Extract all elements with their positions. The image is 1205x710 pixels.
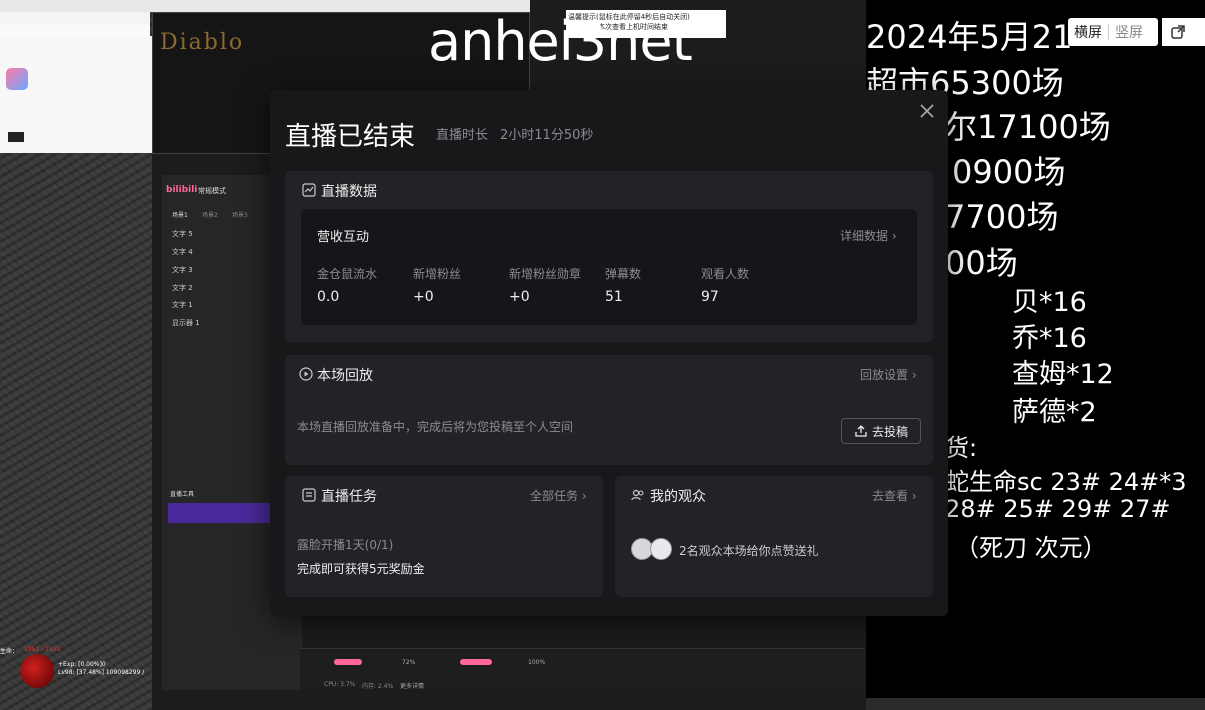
volume-value-2: 100% — [528, 659, 546, 666]
popout-icon[interactable] — [1170, 24, 1186, 40]
overlay-line: 尔17100场 — [945, 108, 1111, 146]
cpu-usage: CPU: 3.7% — [324, 681, 356, 688]
game-logo: Diablo — [160, 30, 245, 55]
obs-source[interactable]: 文字 3 — [172, 265, 193, 275]
overlay-line: 乔*16 — [1012, 323, 1087, 354]
overlay-line: 贝*16 — [1012, 287, 1087, 318]
users-icon — [631, 489, 644, 501]
level-label: Lv98: [37.48%] 109098299 / — [58, 669, 145, 676]
volume-slider-2[interactable] — [460, 659, 492, 665]
stat-value: 51 — [605, 289, 623, 305]
stat-value: +0 — [509, 289, 530, 305]
obs-tools-title: 直播工具 — [170, 491, 195, 498]
hp-value: 1951 / 1951 — [24, 646, 61, 653]
overlay-line: 萨德*2 — [1012, 397, 1097, 428]
task-reward: 完成即可获得5元奖励金 — [297, 562, 425, 576]
memory-usage: 内存: 2.4% — [362, 683, 394, 690]
live-ended-modal: 直播已结束 直播时长 2小时11分50秒 直播数据 营收互动 详细数据 › 金仓… — [270, 90, 948, 616]
landscape-option[interactable]: 横屏 — [1068, 22, 1108, 42]
overlay-line: 0900场 — [952, 153, 1066, 191]
desktop-app-icon[interactable] — [6, 68, 28, 90]
detail-data-label: 详细数据 — [840, 229, 889, 243]
stat-value: 0.0 — [317, 289, 340, 305]
hp-label: 生命： — [0, 648, 19, 655]
duration-value: 2小时11分50秒 — [500, 128, 594, 143]
overlay-line: 2024年5月21 — [866, 18, 1073, 56]
audience-message: 2名观众本场给你点赞送礼 — [679, 544, 819, 558]
all-tasks-link[interactable]: 全部任务 › — [530, 487, 587, 504]
obs-scene-tab-3[interactable]: 场景3 — [232, 210, 248, 219]
overlay-line: 00场 — [945, 244, 1018, 282]
task-name: 露脸开播1天(0/1) — [297, 538, 394, 552]
stat-label: 弹幕数 — [605, 267, 642, 281]
overlay-line: 28# 25# 29# 27# — [945, 495, 1171, 523]
obs-source[interactable]: 文字 2 — [172, 283, 193, 293]
stat-label: 金仓鼠流水 — [317, 267, 378, 281]
stat-label: 新增粉丝勋章 — [509, 267, 582, 281]
overlay-line: 查姆*12 — [1012, 359, 1114, 390]
portrait-option[interactable]: 竖屏 — [1109, 22, 1149, 42]
detail-data-link[interactable]: 详细数据 › — [840, 227, 897, 244]
more-details-link[interactable]: 更多详情 — [400, 681, 424, 690]
obs-scene-tab-1[interactable]: 场景1 — [172, 210, 188, 219]
hp-orb — [20, 654, 54, 688]
replay-message: 本场直播回放准备中，完成后将为您投稿至个人空间 — [297, 420, 574, 434]
chart-icon — [302, 183, 316, 197]
replay-settings-label: 回放设置 — [860, 368, 909, 382]
upload-button[interactable]: 去投稿 — [841, 418, 921, 444]
stat-label: 观看人数 — [701, 267, 750, 281]
tasks-title: 直播任务 — [321, 489, 377, 505]
app-desktop-strip — [0, 36, 152, 153]
obs-logo: bilibili — [166, 185, 198, 195]
stat-label: 新增粉丝 — [413, 267, 462, 281]
duration-label: 直播时长 — [436, 128, 489, 143]
avatar[interactable] — [650, 538, 672, 560]
obs-source[interactable]: 文字 1 — [172, 300, 193, 310]
obs-source[interactable]: 显示器 1 — [172, 318, 200, 328]
upload-label: 去投稿 — [871, 424, 908, 439]
modal-title: 直播已结束 — [285, 122, 416, 152]
replay-title: 本场回放 — [317, 368, 373, 384]
overlay-line: 7700场 — [945, 198, 1059, 236]
stat-value: 97 — [701, 289, 719, 305]
view-audience-label: 去查看 — [872, 489, 909, 503]
obs-source[interactable]: 文字 4 — [172, 247, 193, 257]
audience-title: 我的观众 — [650, 489, 706, 505]
stats-title: 直播数据 — [321, 184, 377, 200]
taskbar-strip — [866, 698, 1205, 710]
view-audience-link[interactable]: 去查看 › — [872, 487, 917, 504]
obs-source[interactable]: 文字 5 — [172, 229, 193, 239]
overlay-line: （死刀 次元） — [955, 534, 1107, 562]
volume-slider-1[interactable] — [334, 659, 362, 665]
obs-scene-tab-2[interactable]: 场景2 — [202, 210, 218, 219]
play-circle-icon — [299, 367, 313, 381]
list-icon — [302, 488, 316, 502]
upload-icon — [855, 425, 867, 437]
all-tasks-label: 全部任务 — [530, 489, 579, 503]
overlay-line: 货: — [945, 434, 978, 462]
replay-settings-link[interactable]: 回放设置 › — [860, 366, 917, 383]
desktop-monitor-icon[interactable] — [8, 132, 24, 142]
stat-value: +0 — [413, 289, 434, 305]
volume-value-1: 72% — [402, 659, 416, 666]
overlay-tools — [1162, 18, 1205, 46]
replay-card — [285, 355, 933, 465]
obs-mode[interactable]: 常规模式 — [198, 186, 226, 196]
exp-label: +Exp: [0.00%]0 — [58, 661, 106, 668]
overlay-line: 蛇生命sc 23# 24#*3 — [945, 468, 1187, 496]
orientation-toggle[interactable]: 横屏 竖屏 — [1068, 18, 1158, 46]
close-icon[interactable] — [916, 100, 938, 122]
revenue-section-title: 营收互动 — [317, 230, 370, 245]
stream-title-overlay: anhei3net — [428, 10, 693, 73]
